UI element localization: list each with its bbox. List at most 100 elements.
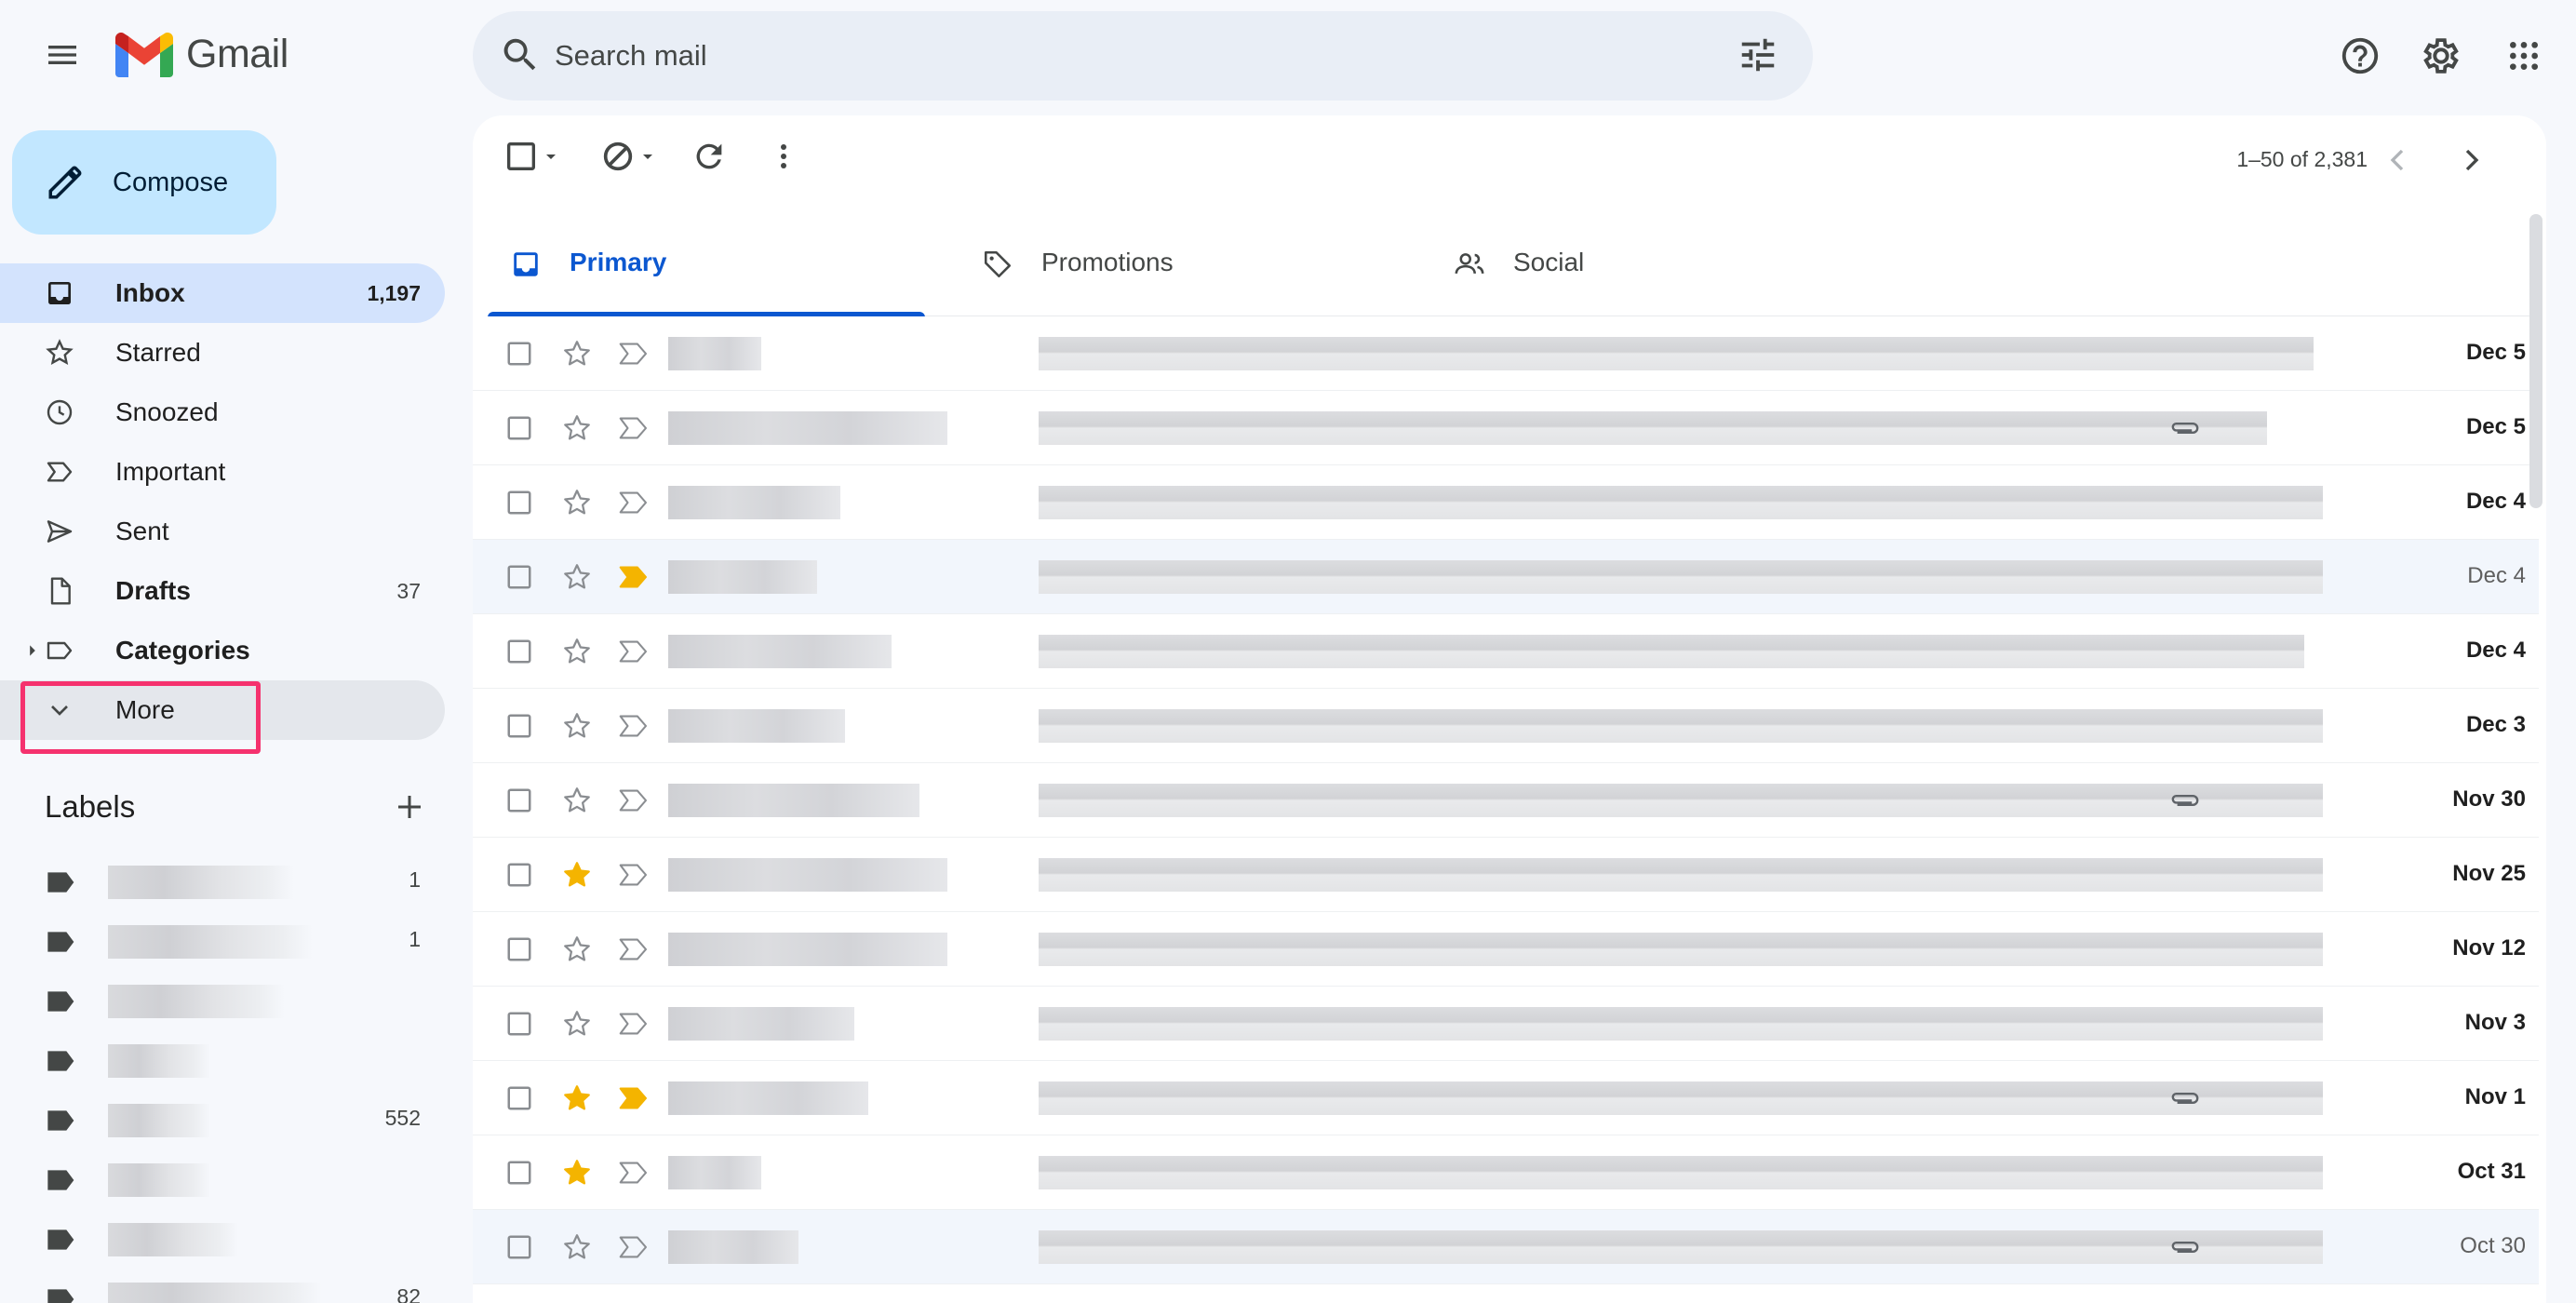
important-marker-icon[interactable]	[618, 416, 650, 440]
search-icon[interactable]	[499, 34, 542, 76]
sidebar-item-important[interactable]: Important	[0, 442, 445, 502]
apps-button[interactable]	[2494, 26, 2554, 86]
sidebar-label-item[interactable]: 552	[0, 1091, 445, 1150]
important-marker-icon[interactable]	[618, 639, 650, 664]
star-icon[interactable]	[561, 934, 593, 965]
email-row[interactable]: Nov 25	[473, 838, 2539, 912]
star-icon[interactable]	[561, 1082, 593, 1114]
scrollbar[interactable]	[2526, 205, 2546, 1303]
sidebar-label-item[interactable]	[0, 1031, 445, 1091]
chevron-right-icon[interactable]	[2453, 141, 2490, 179]
tune-icon[interactable]	[1737, 34, 1779, 76]
main-menu-button[interactable]	[33, 25, 92, 85]
sidebar-label-item[interactable]: 82	[0, 1269, 445, 1303]
star-icon[interactable]	[561, 338, 593, 369]
row-checkbox-icon[interactable]	[505, 1159, 533, 1187]
row-checkbox-icon[interactable]	[505, 340, 533, 368]
important-marker-icon[interactable]	[618, 342, 650, 366]
important-marker-icon[interactable]	[618, 490, 650, 515]
scrollbar-thumb[interactable]	[2529, 214, 2542, 508]
important-marker-icon[interactable]	[618, 1012, 650, 1036]
sidebar-label-item[interactable]	[0, 1210, 445, 1269]
filter-unread-button[interactable]	[599, 138, 659, 175]
refresh-button[interactable]	[691, 138, 728, 175]
email-row[interactable]: Nov 30	[473, 763, 2539, 838]
sidebar-item-snoozed[interactable]: Snoozed	[0, 383, 445, 442]
important-marker-icon[interactable]	[618, 937, 650, 961]
more-actions-button[interactable]	[765, 138, 802, 175]
email-row[interactable]: Dec 3	[473, 689, 2539, 763]
sidebar-label-item[interactable]: 1	[0, 912, 445, 972]
row-checkbox-icon[interactable]	[505, 638, 533, 665]
star-icon[interactable]	[561, 859, 593, 891]
email-row[interactable]: Dec 4	[473, 614, 2539, 689]
email-row[interactable]: Dec 5	[473, 391, 2539, 465]
attachment-icon[interactable]	[2168, 1235, 2202, 1259]
sidebar-item-categories[interactable]: Categories	[0, 621, 445, 680]
row-checkbox-icon[interactable]	[505, 1233, 533, 1261]
row-checkbox-icon[interactable]	[505, 1084, 533, 1112]
important-marker-icon[interactable]	[618, 788, 650, 813]
row-checkbox-icon[interactable]	[505, 786, 533, 814]
important-marker-icon[interactable]	[618, 1235, 650, 1259]
plus-icon[interactable]	[393, 790, 426, 824]
search-input[interactable]	[555, 32, 1625, 80]
sidebar-item-drafts[interactable]: Drafts 37	[0, 561, 445, 621]
email-row[interactable]: Nov 1	[473, 1061, 2539, 1135]
select-all-button[interactable]	[503, 138, 562, 175]
row-checkbox-icon[interactable]	[505, 563, 533, 591]
row-checkbox-icon[interactable]	[505, 414, 533, 442]
email-row[interactable]: Oct 30	[473, 1210, 2539, 1284]
star-icon[interactable]	[561, 487, 593, 518]
important-marker-icon[interactable]	[618, 565, 650, 589]
email-row[interactable]: Dec 5	[473, 316, 2539, 391]
sidebar-item-inbox[interactable]: Inbox 1,197	[0, 263, 445, 323]
star-icon[interactable]	[561, 1231, 593, 1263]
star-icon[interactable]	[561, 412, 593, 444]
email-date: Oct 31	[2457, 1159, 2526, 1184]
important-marker-icon[interactable]	[618, 863, 650, 887]
sidebar-label-item[interactable]: 1	[0, 853, 445, 912]
caret-down-icon[interactable]	[540, 145, 562, 168]
sidebar-label-item[interactable]	[0, 972, 445, 1031]
tab-social[interactable]: Social	[1431, 214, 1869, 316]
gmail-logo[interactable]: Gmail	[115, 32, 288, 77]
row-checkbox-icon[interactable]	[505, 489, 533, 517]
sidebar-item-starred[interactable]: Starred	[0, 323, 445, 383]
tab-promotions[interactable]: Promotions	[959, 214, 1397, 316]
important-marker-icon[interactable]	[618, 1086, 650, 1110]
redacted-subject	[1039, 480, 2323, 525]
compose-button[interactable]: Compose	[12, 130, 276, 235]
draft-count: 37	[396, 578, 421, 603]
expand-arrow-icon[interactable]	[26, 644, 39, 657]
caret-down-icon[interactable]	[637, 145, 659, 168]
settings-button[interactable]	[2411, 26, 2471, 86]
star-icon[interactable]	[561, 1157, 593, 1189]
help-button[interactable]	[2330, 26, 2390, 86]
important-marker-icon[interactable]	[618, 714, 650, 738]
search-bar[interactable]	[473, 11, 1813, 101]
attachment-icon[interactable]	[2168, 1086, 2202, 1110]
email-row[interactable]: Dec 4	[473, 465, 2539, 540]
star-icon[interactable]	[561, 636, 593, 667]
star-icon[interactable]	[561, 1008, 593, 1040]
email-row[interactable]: Nov 12	[473, 912, 2539, 987]
attachment-icon[interactable]	[2168, 788, 2202, 813]
row-checkbox-icon[interactable]	[505, 861, 533, 889]
sidebar-item-more[interactable]: More	[0, 680, 445, 740]
email-row[interactable]: Nov 3	[473, 987, 2539, 1061]
row-checkbox-icon[interactable]	[505, 1010, 533, 1038]
row-checkbox-icon[interactable]	[505, 935, 533, 963]
chevron-left-icon[interactable]	[2379, 141, 2416, 179]
important-marker-icon[interactable]	[618, 1161, 650, 1185]
star-icon[interactable]	[561, 710, 593, 742]
email-row[interactable]: Oct 31	[473, 1135, 2539, 1210]
star-icon[interactable]	[561, 561, 593, 593]
row-checkbox-icon[interactable]	[505, 712, 533, 740]
sidebar-label-item[interactable]	[0, 1150, 445, 1210]
sidebar-item-sent[interactable]: Sent	[0, 502, 445, 561]
tab-primary[interactable]: Primary	[488, 214, 925, 317]
email-row[interactable]: Dec 4	[473, 540, 2539, 614]
attachment-icon[interactable]	[2168, 416, 2202, 440]
star-icon[interactable]	[561, 785, 593, 816]
